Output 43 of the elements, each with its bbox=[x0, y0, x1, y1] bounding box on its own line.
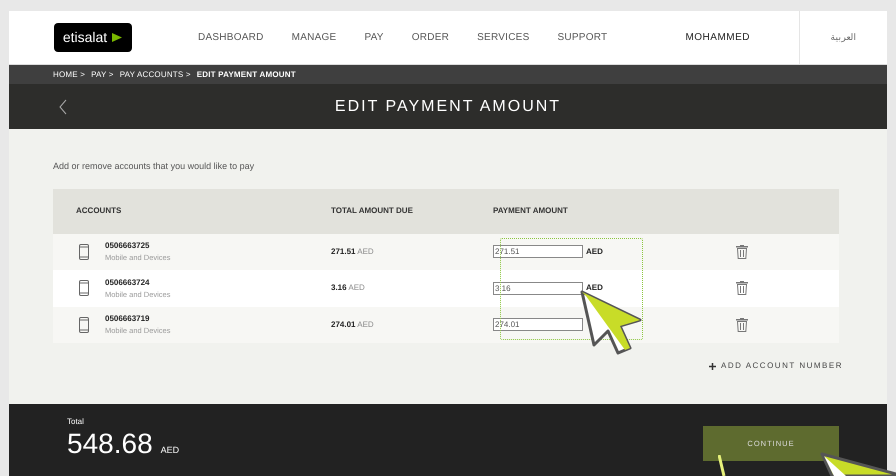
column-header: PAYMENT AMOUNT bbox=[493, 205, 568, 217]
pointer-cursor-icon bbox=[820, 452, 896, 476]
delete-icon[interactable] bbox=[736, 318, 748, 332]
amount-due: 271.51 AED bbox=[331, 246, 375, 258]
breadcrumb-link[interactable]: PAY > bbox=[91, 68, 114, 80]
payment-unit: AED bbox=[586, 282, 603, 294]
nav-link[interactable]: ORDER bbox=[412, 30, 450, 45]
total-amount: 548.68 bbox=[67, 428, 153, 460]
page-title: EDIT PAYMENT AMOUNT bbox=[334, 96, 562, 116]
nav-link[interactable]: PAY bbox=[364, 30, 384, 45]
account-number: 0506663725 bbox=[105, 240, 150, 252]
account-number: 0506663719 bbox=[105, 313, 150, 326]
logo[interactable]: etisalat bbox=[54, 23, 132, 52]
amount-due: 3.16 AED bbox=[331, 282, 366, 294]
delete-icon[interactable] bbox=[736, 244, 748, 259]
breadcrumb-link[interactable]: EDIT PAYMENT AMOUNT bbox=[196, 68, 296, 80]
column-header: TOTAL AMOUNT DUE bbox=[331, 205, 414, 217]
intro-text: Add or remove accounts that you would like to pay bbox=[53, 160, 256, 173]
delete-icon[interactable] bbox=[736, 281, 748, 296]
nav-link[interactable]: SUPPORT bbox=[558, 30, 608, 45]
amount-due: 274.01 AED bbox=[331, 318, 375, 331]
total-currency: AED bbox=[160, 444, 180, 456]
callout-line bbox=[718, 455, 726, 476]
total-label: Total bbox=[67, 416, 85, 428]
mobile-phone-icon bbox=[79, 316, 89, 333]
nav-link[interactable]: SERVICES bbox=[477, 30, 530, 45]
breadcrumb-link[interactable]: PAY ACCOUNTS > bbox=[120, 68, 191, 80]
account-number: 0506663724 bbox=[105, 276, 150, 289]
mobile-phone-icon bbox=[79, 244, 89, 260]
column-header: ACCOUNTS bbox=[76, 205, 122, 217]
add-account-link[interactable]: ADD ACCOUNT NUMBER bbox=[721, 360, 843, 372]
logo-arrow-icon bbox=[111, 32, 124, 43]
language-link[interactable]: العربية bbox=[830, 30, 856, 44]
payment-unit: AED bbox=[586, 246, 603, 258]
breadcrumb-link[interactable]: HOME > bbox=[53, 68, 86, 80]
payment-input[interactable]: 274.01 bbox=[493, 318, 583, 332]
nav-link[interactable]: DASHBOARD bbox=[198, 30, 264, 45]
payment-input[interactable]: 3.16 bbox=[493, 282, 583, 295]
payment-input[interactable]: 271.51 bbox=[493, 245, 583, 258]
user-name[interactable]: MOHAMMED bbox=[685, 30, 750, 45]
mobile-phone-icon bbox=[79, 280, 89, 296]
plus-icon[interactable] bbox=[709, 362, 716, 370]
nav-link[interactable]: MANAGE bbox=[292, 30, 336, 45]
